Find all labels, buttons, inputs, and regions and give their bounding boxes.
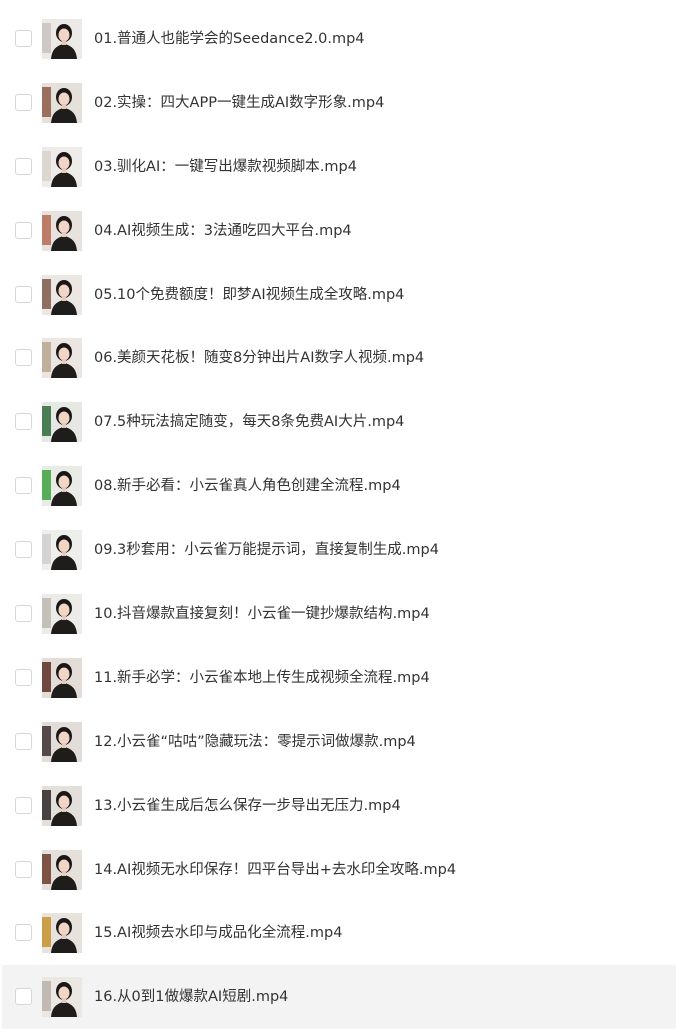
file-row[interactable]: 07.5种玩法搞定随变，每天8条免费AI大片.mp4 <box>0 390 676 454</box>
file-name[interactable]: 09.3秒套用：小云雀万能提示词，直接复制生成.mp4 <box>94 539 439 561</box>
video-thumbnail <box>42 210 82 251</box>
file-checkbox[interactable] <box>15 924 32 942</box>
file-checkbox[interactable] <box>15 541 32 559</box>
file-checkbox[interactable] <box>15 285 32 303</box>
file-checkbox[interactable] <box>15 732 32 750</box>
file-row[interactable]: 16.从0到1做爆款AI短剧.mp4 <box>2 965 676 1029</box>
file-row[interactable]: 04.AI视频生成：3法通吃四大平台.mp4 <box>0 199 676 263</box>
file-row[interactable]: 13.小云雀生成后怎么保存一步导出无压力.mp4 <box>0 774 676 838</box>
file-checkbox[interactable] <box>15 668 32 686</box>
file-row[interactable]: 02.实操：四大APP一键生成AI数字形象.mp4 <box>0 71 676 135</box>
video-thumbnail <box>42 657 82 698</box>
video-thumbnail <box>42 274 82 315</box>
file-row[interactable]: 10.抖音爆款直接复刻！小云雀一键抄爆款结构.mp4 <box>0 582 676 646</box>
file-checkbox[interactable] <box>15 30 32 47</box>
file-checkbox[interactable] <box>15 796 32 814</box>
video-thumbnail <box>42 977 82 1018</box>
file-name[interactable]: 03.驯化AI：一键写出爆款视频脚本.mp4 <box>94 156 357 178</box>
video-thumbnail <box>42 82 82 123</box>
file-row[interactable]: 12.小云雀“咕咕”隐藏玩法：零提示词做爆款.mp4 <box>0 710 676 774</box>
file-name[interactable]: 11.新手必学：小云雀本地上传生成视频全流程.mp4 <box>94 667 430 689</box>
file-row[interactable]: 11.新手必学：小云雀本地上传生成视频全流程.mp4 <box>0 646 676 710</box>
video-thumbnail <box>42 721 82 762</box>
file-name[interactable]: 08.新手必看：小云雀真人角色创建全流程.mp4 <box>94 475 401 497</box>
file-name[interactable]: 04.AI视频生成：3法通吃四大平台.mp4 <box>94 220 352 242</box>
file-name[interactable]: 13.小云雀生成后怎么保存一步导出无压力.mp4 <box>94 795 401 817</box>
video-thumbnail <box>42 19 82 59</box>
file-row[interactable]: 09.3秒套用：小云雀万能提示词，直接复制生成.mp4 <box>0 518 676 582</box>
video-thumbnail <box>42 594 82 635</box>
file-name[interactable]: 07.5种玩法搞定随变，每天8条免费AI大片.mp4 <box>94 411 404 433</box>
video-thumbnail <box>42 402 82 443</box>
file-name[interactable]: 06.美颜天花板！随变8分钟出片AI数字人视频.mp4 <box>94 347 424 369</box>
file-name[interactable]: 10.抖音爆款直接复刻！小云雀一键抄爆款结构.mp4 <box>94 603 430 625</box>
file-checkbox[interactable] <box>15 413 32 431</box>
video-thumbnail <box>42 466 82 507</box>
file-row[interactable]: 15.AI视频去水印与成品化全流程.mp4 <box>0 901 676 965</box>
file-row[interactable]: 01.普通人也能学会的Seedance2.0.mp4 <box>0 7 676 71</box>
video-thumbnail <box>42 849 82 890</box>
file-checkbox[interactable] <box>15 93 32 111</box>
file-name[interactable]: 16.从0到1做爆款AI短剧.mp4 <box>94 986 288 1008</box>
file-checkbox[interactable] <box>15 477 32 495</box>
video-thumbnail <box>42 913 82 954</box>
video-thumbnail <box>42 785 82 826</box>
file-name[interactable]: 15.AI视频去水印与成品化全流程.mp4 <box>94 922 342 944</box>
file-row[interactable]: 14.AI视频无水印保存！四平台导出+去水印全攻略.mp4 <box>0 838 676 902</box>
file-row[interactable]: 05.10个免费额度！即梦AI视频生成全攻略.mp4 <box>0 263 676 327</box>
file-name[interactable]: 02.实操：四大APP一键生成AI数字形象.mp4 <box>94 92 384 114</box>
file-checkbox[interactable] <box>15 988 32 1006</box>
file-checkbox[interactable] <box>15 605 32 623</box>
file-name[interactable]: 14.AI视频无水印保存！四平台导出+去水印全攻略.mp4 <box>94 859 456 881</box>
file-checkbox[interactable] <box>15 349 32 367</box>
file-name[interactable]: 01.普通人也能学会的Seedance2.0.mp4 <box>94 28 365 50</box>
file-checkbox[interactable] <box>15 860 32 878</box>
video-thumbnail <box>42 530 82 571</box>
file-name[interactable]: 05.10个免费额度！即梦AI视频生成全攻略.mp4 <box>94 284 404 306</box>
file-list: 01.普通人也能学会的Seedance2.0.mp4 02.实操：四大APP一键生… <box>0 7 676 1029</box>
file-row[interactable]: 06.美颜天花板！随变8分钟出片AI数字人视频.mp4 <box>0 326 676 390</box>
video-thumbnail <box>42 338 82 379</box>
file-row[interactable]: 08.新手必看：小云雀真人角色创建全流程.mp4 <box>0 454 676 518</box>
file-row[interactable]: 03.驯化AI：一键写出爆款视频脚本.mp4 <box>0 135 676 199</box>
file-checkbox[interactable] <box>15 157 32 175</box>
file-name[interactable]: 12.小云雀“咕咕”隐藏玩法：零提示词做爆款.mp4 <box>94 731 416 753</box>
file-checkbox[interactable] <box>15 221 32 239</box>
video-thumbnail <box>42 146 82 187</box>
